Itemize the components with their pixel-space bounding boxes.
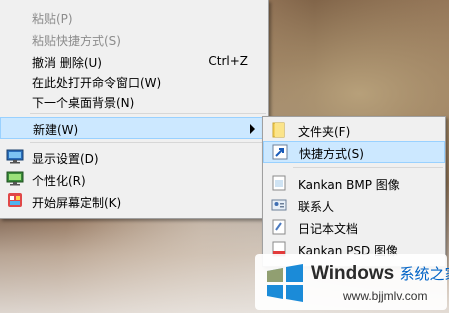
submenu-item-shortcut[interactable]: 快捷方式(S): [263, 141, 445, 163]
start-screen-icon: [6, 193, 24, 208]
shortcut-icon: [272, 144, 288, 160]
submenu-item-label: 日记本文档: [298, 222, 359, 236]
submenu-item-label: 联系人: [298, 200, 335, 214]
menu-item-label: 粘贴快捷方式(S): [32, 34, 121, 48]
windows-logo-icon: [265, 263, 305, 303]
menu-item-label: 下一个桌面背景(N): [32, 96, 135, 110]
new-submenu: 文件夹(F) 快捷方式(S) Kankan BMP 图像 联系人 日记本文档 K…: [262, 116, 446, 267]
menu-item-display-settings[interactable]: 显示设置(D): [0, 146, 268, 168]
submenu-item-bmp-image[interactable]: Kankan BMP 图像: [263, 172, 445, 194]
menu-item-paste[interactable]: 粘贴(P): [0, 6, 268, 28]
menu-item-paste-shortcut[interactable]: 粘贴快捷方式(S): [0, 28, 268, 50]
menu-item-personalize[interactable]: 个性化(R): [0, 168, 268, 190]
menu-item-open-command-window[interactable]: 在此处打开命令窗口(W): [0, 70, 268, 92]
menu-item-label: 在此处打开命令窗口(W): [32, 76, 162, 90]
bmp-image-icon: [271, 175, 287, 191]
menu-item-next-background[interactable]: 下一个桌面背景(N): [0, 90, 268, 112]
menu-separator: [30, 113, 266, 114]
menu-item-label: 粘贴(P): [32, 12, 73, 26]
menu-item-start-screen[interactable]: 开始屏幕定制(K): [0, 190, 268, 212]
submenu-item-contact[interactable]: 联系人: [263, 194, 445, 216]
menu-item-label: 开始屏幕定制(K): [32, 196, 122, 210]
contact-icon: [271, 197, 287, 213]
folder-icon: [271, 122, 287, 138]
menu-item-undo-delete[interactable]: 撤消 删除(U) Ctrl+Z: [0, 50, 268, 72]
watermark: Windows 系统之家 www.bjjmlv.com: [255, 254, 449, 310]
submenu-item-journal[interactable]: 日记本文档: [263, 216, 445, 238]
watermark-brand-text: Windows: [311, 263, 395, 284]
journal-icon: [271, 219, 287, 235]
menu-item-label: 撤消 删除(U): [32, 56, 102, 70]
menu-item-new[interactable]: 新建(W): [0, 117, 268, 139]
menu-item-label: 个性化(R): [32, 174, 86, 188]
menu-item-shortcut: Ctrl+Z: [208, 54, 248, 68]
menu-separator: [30, 142, 266, 143]
watermark-brand-cn: 系统之家: [399, 266, 449, 283]
submenu-item-label: 文件夹(F): [298, 125, 351, 139]
desktop-context-menu: 粘贴(P) 粘贴快捷方式(S) 撤消 删除(U) Ctrl+Z 在此处打开命令窗…: [0, 0, 269, 219]
personalize-icon: [6, 171, 24, 186]
menu-item-label: 显示设置(D): [32, 152, 99, 166]
watermark-url: www.bjjmlv.com: [343, 289, 428, 303]
submenu-item-folder[interactable]: 文件夹(F): [263, 119, 445, 141]
submenu-arrow-icon: [250, 124, 255, 134]
menu-item-label: 新建(W): [33, 123, 79, 137]
submenu-separator: [293, 167, 443, 168]
submenu-item-label: 快捷方式(S): [299, 147, 364, 161]
submenu-item-label: Kankan BMP 图像: [298, 178, 400, 192]
watermark-brand: Windows 系统之家: [311, 263, 449, 285]
display-settings-icon: [6, 149, 24, 164]
